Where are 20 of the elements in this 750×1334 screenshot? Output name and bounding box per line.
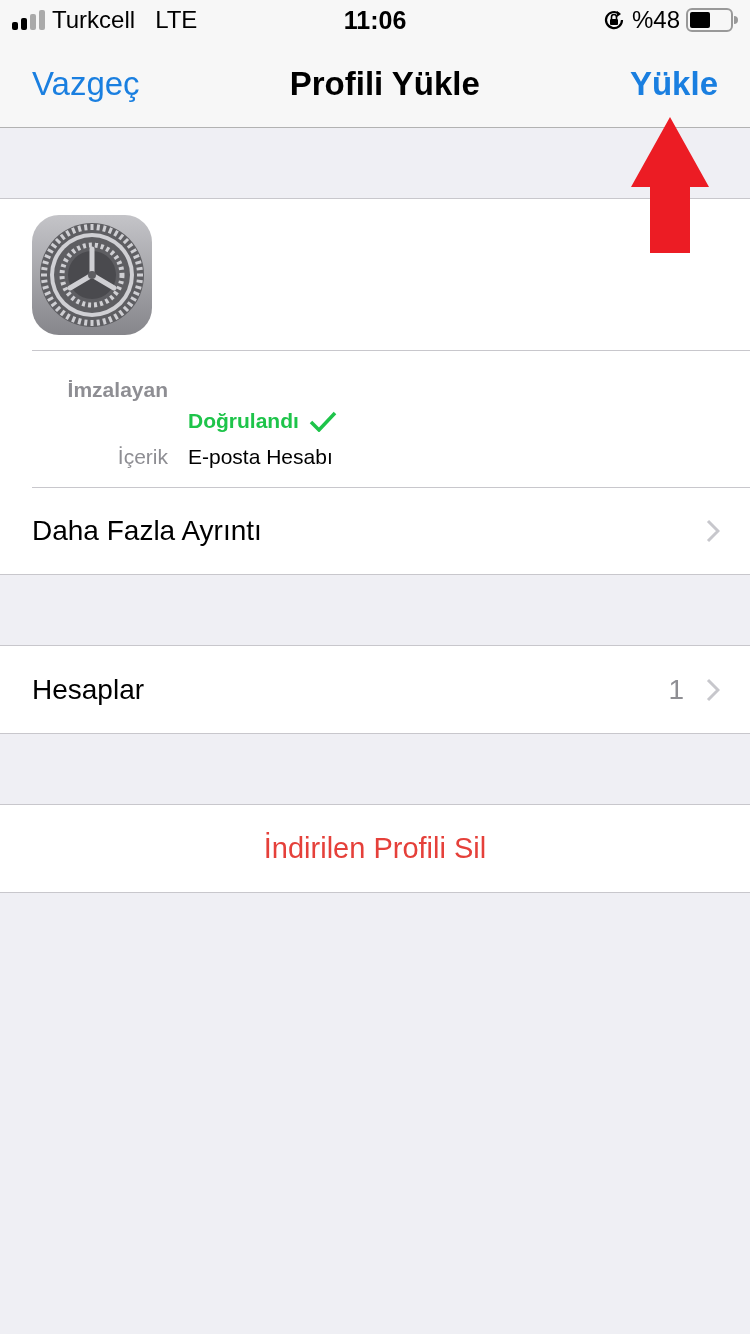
signer-label: İmzalayan (66, 378, 168, 402)
verified-status: Doğrulandı (188, 409, 299, 433)
battery-percent: %48 (631, 6, 680, 34)
accounts-row[interactable]: Hesaplar 1 (0, 646, 750, 733)
network-type: LTE (155, 6, 198, 34)
chevron-icon (706, 519, 720, 543)
screen-title: Profili Yükle (289, 64, 480, 103)
install-button[interactable]: Yükle (629, 64, 718, 103)
accounts-count: 1 (668, 673, 684, 706)
gear-icon (32, 214, 152, 335)
clock-time: 11:06 (342, 5, 408, 35)
details-row[interactable]: Daha Fazla Ayrıntı (32, 487, 750, 574)
carrier-name: Turkcell (52, 6, 136, 34)
battery-icon (686, 8, 738, 32)
chevron-icon (706, 677, 720, 702)
checkmark-icon (308, 410, 337, 432)
content-label: İçerik (116, 445, 168, 469)
signal-icon (12, 10, 46, 30)
content-value: E-posta Hesabı (188, 445, 334, 469)
cancel-button[interactable]: Vazgeç (32, 64, 140, 103)
